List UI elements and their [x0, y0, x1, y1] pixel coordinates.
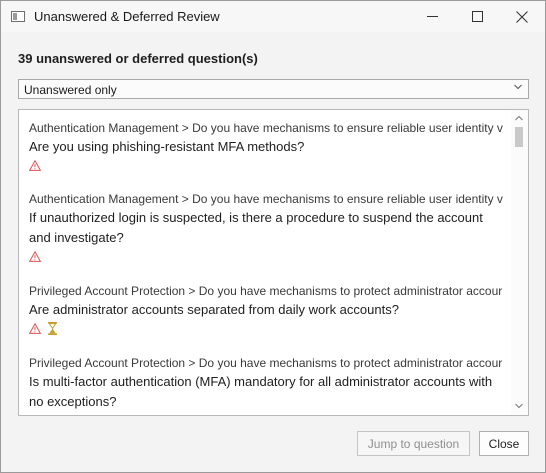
filter-dropdown[interactable]: Unanswered only	[18, 79, 529, 99]
item-question: Is multi-factor authentication (MFA) man…	[29, 374, 493, 409]
item-question: If unauthorized login is suspected, is t…	[29, 210, 483, 245]
jump-to-question-button[interactable]: Jump to question	[357, 431, 470, 456]
item-path: Authentication Management > Do you have …	[29, 192, 503, 206]
minimize-button[interactable]	[409, 1, 455, 32]
title-bar: Unanswered & Deferred Review	[1, 1, 545, 32]
item-path: Privileged Account Protection > Do you h…	[29, 284, 503, 298]
warning-icon	[29, 160, 41, 171]
list-item[interactable]: Privileged Account Protection > Do you h…	[29, 355, 507, 412]
minimize-icon	[426, 16, 438, 17]
close-window-button[interactable]	[499, 1, 545, 32]
window-title: Unanswered & Deferred Review	[34, 9, 220, 24]
maximize-icon	[471, 11, 483, 22]
warning-icon	[29, 251, 41, 262]
close-button[interactable]: Close	[479, 431, 529, 456]
hourglass-icon	[48, 322, 57, 335]
filter-selected-value: Unanswered only	[24, 83, 117, 97]
chevron-down-icon[interactable]	[515, 403, 523, 409]
item-path: Privileged Account Protection > Do you h…	[29, 356, 503, 370]
summary-heading: 39 unanswered or deferred question(s)	[18, 51, 258, 66]
scrollbar-thumb[interactable]	[515, 127, 523, 147]
item-question: Are you using phishing-resistant MFA met…	[29, 139, 305, 154]
vertical-scrollbar[interactable]	[511, 110, 528, 415]
list-item[interactable]: Authentication Management > Do you have …	[29, 120, 507, 174]
warning-icon	[29, 323, 41, 334]
close-icon	[516, 10, 528, 23]
review-dialog: Unanswered & Deferred Review 39 unanswer…	[0, 0, 546, 473]
list-item[interactable]: Privileged Account Protection > Do you h…	[29, 283, 507, 337]
question-list[interactable]: Authentication Management > Do you have …	[18, 109, 529, 416]
window-app-icon	[11, 11, 25, 22]
list-item[interactable]: Authentication Management > Do you have …	[29, 191, 507, 265]
item-question: Are administrator accounts separated fro…	[29, 302, 399, 317]
chevron-down-icon	[514, 84, 522, 90]
item-path: Authentication Management > Do you have …	[29, 121, 503, 135]
chevron-up-icon[interactable]	[515, 115, 523, 121]
maximize-button[interactable]	[454, 1, 500, 32]
